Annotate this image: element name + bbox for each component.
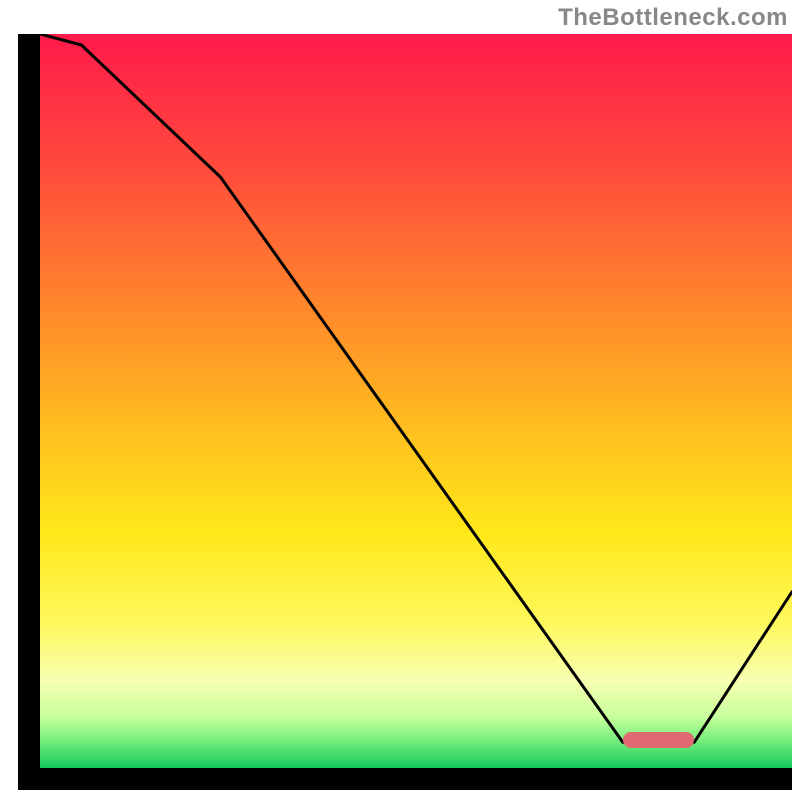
plot-area xyxy=(40,34,792,768)
y-axis xyxy=(18,34,40,790)
chart-root: TheBottleneck.com xyxy=(0,0,800,800)
x-axis xyxy=(18,768,792,790)
curve-path xyxy=(40,34,792,742)
bottleneck-curve xyxy=(40,34,792,768)
watermark-text: TheBottleneck.com xyxy=(558,4,788,32)
optimal-range-marker xyxy=(623,732,694,748)
